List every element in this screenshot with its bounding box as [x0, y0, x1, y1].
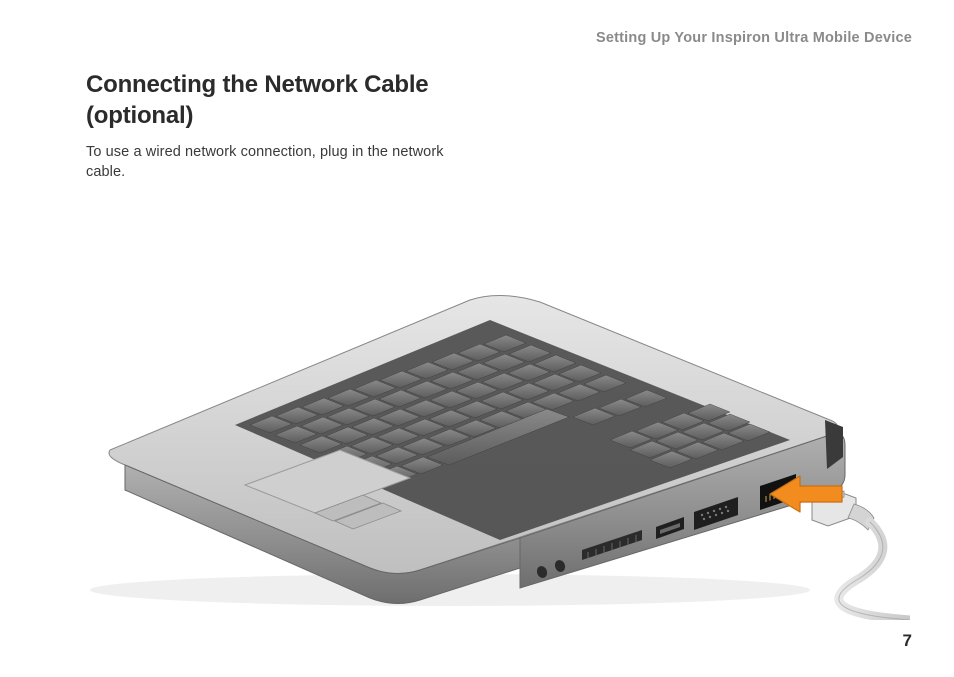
laptop-network-illustration	[70, 290, 910, 620]
running-head: Setting Up Your Inspiron Ultra Mobile De…	[596, 30, 912, 46]
section-body-text: To use a wired network connection, plug …	[86, 142, 486, 183]
network-cable-icon	[812, 491, 910, 620]
manual-page: Setting Up Your Inspiron Ultra Mobile De…	[0, 0, 954, 677]
section-heading: Connecting the Network Cable (optional)	[86, 70, 486, 131]
page-number: 7	[903, 631, 912, 651]
laptop-diagram-svg	[70, 290, 910, 620]
